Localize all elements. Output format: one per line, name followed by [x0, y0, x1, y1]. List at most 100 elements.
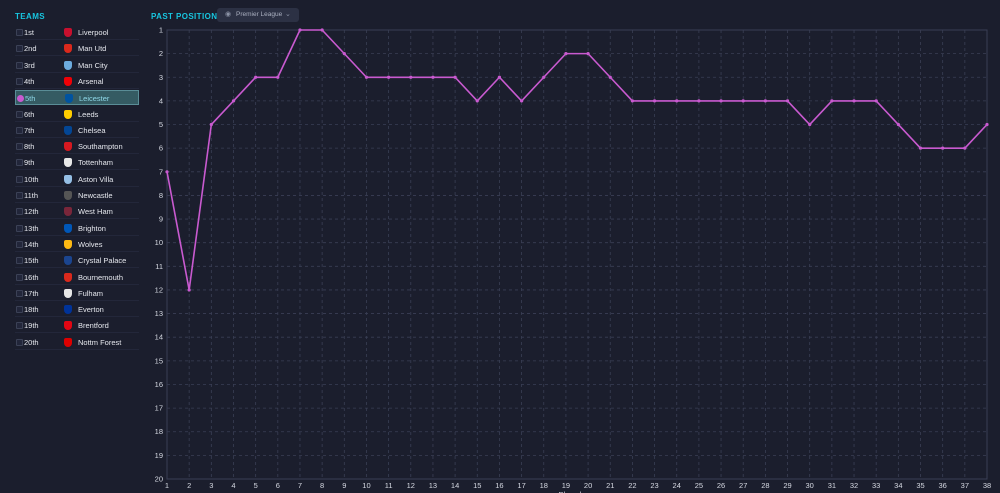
x-tick-label: 26 [717, 481, 725, 490]
team-checkbox[interactable] [16, 77, 23, 85]
team-row-fulham[interactable]: 17th Fulham [15, 286, 139, 301]
x-tick-label: 13 [429, 481, 437, 490]
x-tick-label: 34 [894, 481, 902, 490]
data-point [852, 99, 856, 103]
team-checkbox[interactable] [16, 338, 23, 346]
team-checkbox[interactable] [16, 61, 23, 69]
team-name: Man Utd [78, 44, 107, 54]
eye-icon: ◉ [225, 11, 232, 18]
team-row-bournemouth[interactable]: 16th Bournemouth [15, 270, 139, 285]
y-tick-label: 19 [155, 451, 163, 460]
team-row-liverpool[interactable]: 1st Liverpool [15, 25, 139, 40]
team-row-everton[interactable]: 18th Everton [15, 302, 139, 318]
team-row-crystal-palace[interactable]: 15th Crystal Palace [15, 253, 139, 269]
team-row-west-ham[interactable]: 12th West Ham [15, 204, 139, 220]
x-tick-label: 6 [276, 481, 280, 490]
team-checkbox[interactable] [16, 257, 23, 265]
team-position: 20th [24, 337, 39, 347]
club-badge-icon [64, 158, 72, 168]
team-checkbox[interactable] [16, 126, 23, 134]
y-tick-label: 10 [155, 238, 163, 247]
team-checkbox[interactable] [16, 159, 23, 167]
team-checkbox[interactable] [16, 110, 23, 118]
x-tick-label: 9 [342, 481, 346, 490]
x-tick-label: 17 [517, 481, 525, 490]
x-tick-label: 38 [983, 481, 991, 490]
club-badge-icon [64, 44, 72, 54]
team-row-man-city[interactable]: 3rd Man City [15, 58, 139, 73]
team-row-southampton[interactable]: 8th Southampton [15, 139, 139, 155]
team-checkbox[interactable] [16, 45, 23, 53]
club-badge-icon [64, 272, 72, 282]
team-position: 4th [24, 76, 35, 86]
x-tick-label: 11 [385, 481, 393, 490]
team-checkbox[interactable] [17, 95, 24, 103]
club-badge-icon [64, 337, 72, 347]
team-checkbox[interactable] [16, 322, 23, 330]
x-tick-label: 7 [298, 481, 302, 490]
team-checkbox[interactable] [16, 273, 23, 281]
team-position: 1st [24, 28, 35, 37]
data-point [785, 99, 790, 103]
plot-area [166, 29, 988, 480]
team-position: 16th [24, 272, 39, 282]
team-row-newcastle[interactable]: 11th Newcastle [15, 188, 139, 203]
club-badge-icon [64, 191, 72, 200]
team-checkbox[interactable] [16, 240, 23, 248]
data-point [542, 75, 546, 79]
y-tick-label: 8 [159, 191, 163, 200]
data-point [209, 122, 213, 127]
data-point [830, 99, 834, 103]
y-tick-label: 5 [159, 120, 163, 129]
team-checkbox[interactable] [16, 306, 23, 314]
team-row-wolves[interactable]: 14th Wolves [15, 237, 139, 252]
team-row-tottenham[interactable]: 9th Tottenham [15, 155, 139, 171]
team-row-chelsea[interactable]: 7th Chelsea [15, 123, 139, 138]
team-checkbox[interactable] [16, 143, 23, 151]
team-position: 19th [24, 321, 39, 331]
team-name: Crystal Palace [78, 256, 127, 266]
team-row-nottm-forest[interactable]: 20th Nottm Forest [15, 335, 139, 350]
x-tick-label: 24 [673, 481, 681, 490]
team-row-brentford[interactable]: 19th Brentford [15, 318, 139, 334]
data-point [941, 146, 945, 150]
y-tick-label: 20 [155, 475, 163, 484]
team-checkbox[interactable] [16, 192, 23, 199]
x-tick-label: 21 [606, 481, 614, 490]
x-tick-label: 36 [939, 481, 947, 490]
x-tick-label: 29 [783, 481, 791, 490]
team-checkbox[interactable] [16, 289, 23, 297]
data-point [342, 52, 346, 56]
team-checkbox[interactable] [16, 175, 23, 183]
x-tick-label: 23 [650, 481, 658, 490]
team-row-brighton[interactable]: 13th Brighton [15, 221, 139, 236]
y-tick-label: 3 [159, 73, 163, 82]
y-tick-label: 9 [159, 215, 163, 224]
data-point [608, 75, 612, 79]
team-position: 6th [24, 109, 35, 119]
team-checkbox[interactable] [16, 208, 23, 216]
team-checkbox[interactable] [16, 29, 23, 36]
x-tick-label: 19 [562, 481, 570, 490]
x-tick-label: 28 [761, 481, 769, 490]
data-point [320, 28, 324, 32]
club-badge-icon [64, 174, 72, 184]
data-point [963, 146, 967, 150]
data-point [276, 75, 280, 79]
team-name: Man City [78, 60, 108, 70]
team-row-leeds[interactable]: 6th Leeds [15, 107, 139, 122]
competition-dropdown[interactable]: ◉ Premier League ⌄ [217, 8, 299, 22]
data-point [431, 75, 435, 79]
team-row-arsenal[interactable]: 4th Arsenal [15, 74, 139, 89]
data-point [874, 99, 878, 103]
team-name: Brentford [78, 321, 109, 331]
team-row-aston-villa[interactable]: 10th Aston Villa [15, 172, 139, 187]
team-checkbox[interactable] [16, 224, 23, 232]
club-badge-icon [64, 60, 72, 70]
team-row-leicester[interactable]: 5th Leicester [15, 90, 139, 106]
club-badge-icon [64, 305, 72, 315]
data-point [985, 122, 989, 127]
data-point [165, 170, 169, 174]
team-row-man-utd[interactable]: 2nd Man Utd [15, 41, 139, 57]
x-tick-label: 15 [473, 481, 481, 490]
